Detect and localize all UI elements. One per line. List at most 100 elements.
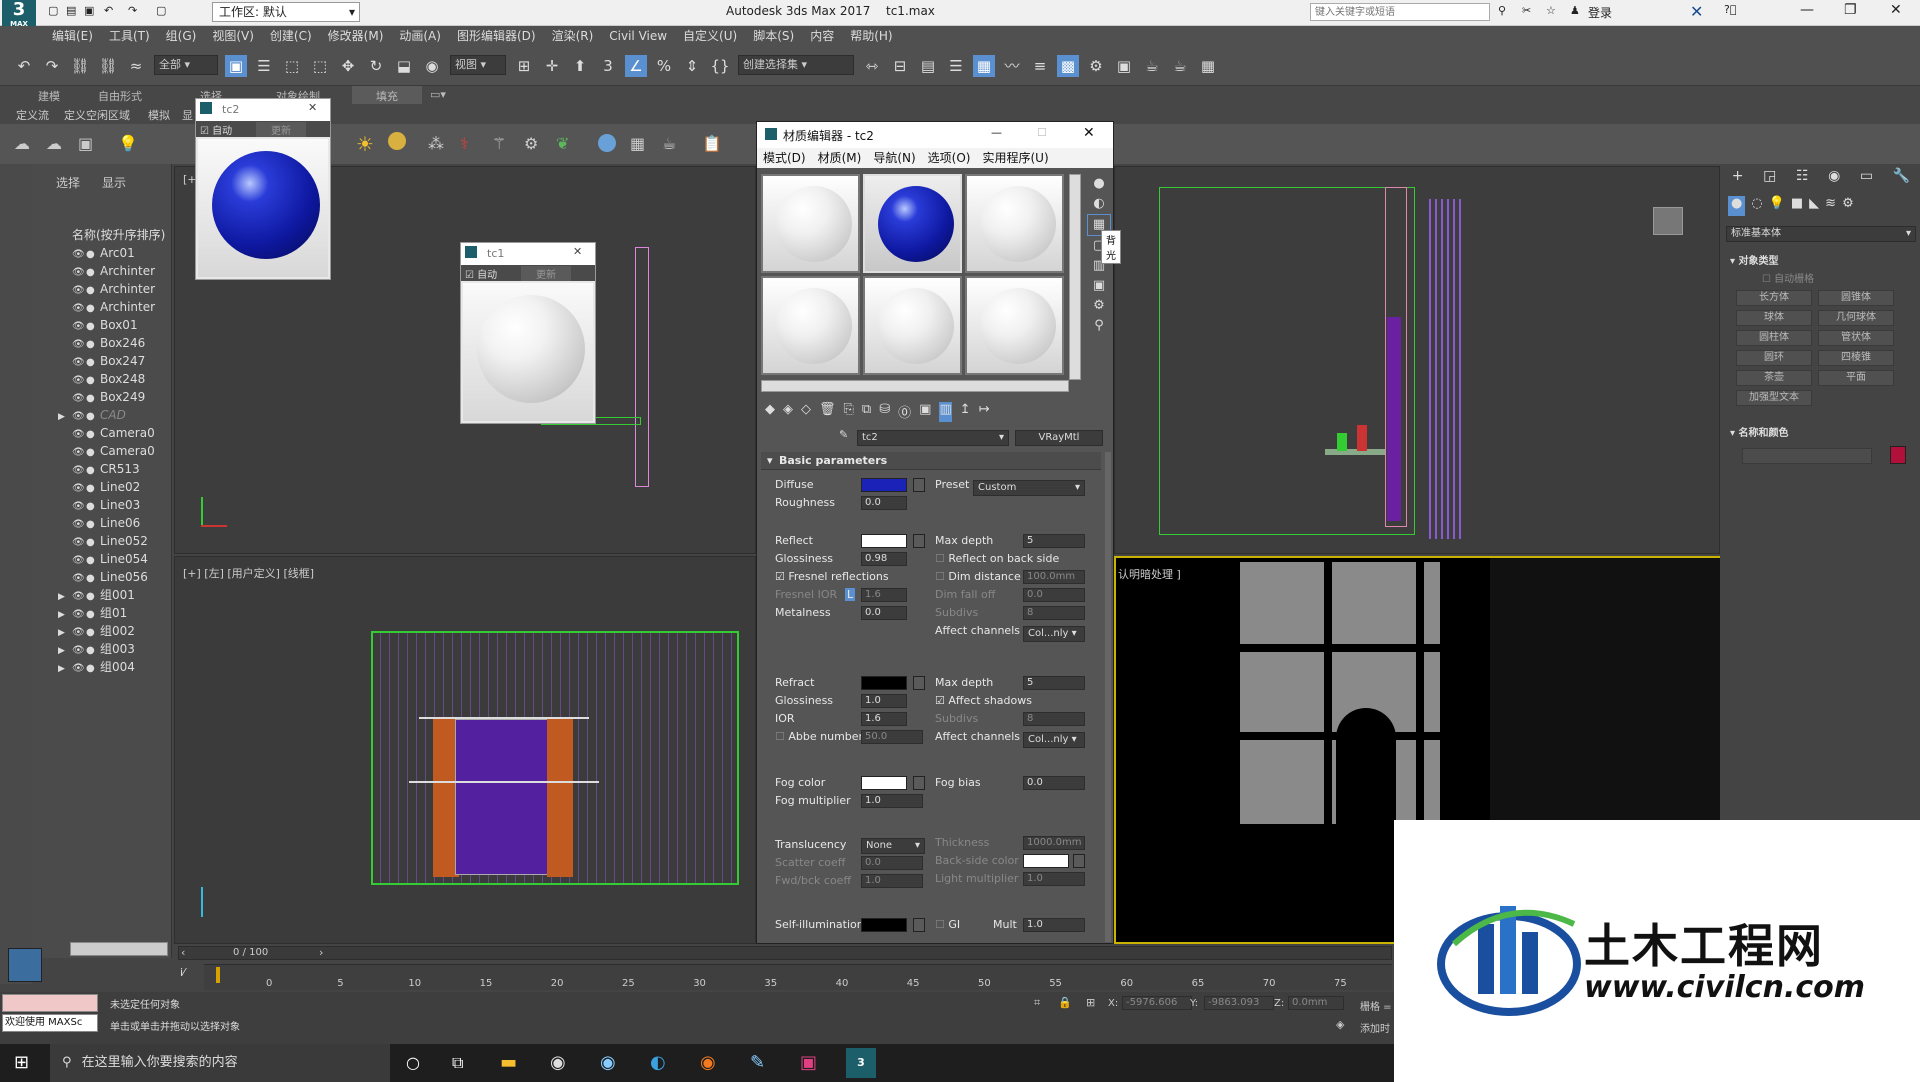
explorer-item[interactable]: 👁● Box01 [58, 316, 170, 334]
explorer-item[interactable]: ▶ 👁● 组004 [58, 658, 170, 676]
abbe-checkbox[interactable]: ☐ Abbe number [775, 730, 863, 743]
explorer-item[interactable]: 👁● Line052 [58, 532, 170, 550]
self-illum-map-button[interactable] [913, 918, 925, 932]
diffuse-swatch[interactable] [861, 478, 907, 492]
restore-button[interactable]: ❐ [1844, 2, 1857, 18]
affect-shadows-checkbox[interactable]: ☑ Affect shadows [935, 694, 1032, 707]
material-name-field[interactable]: tc2 ▾ [857, 430, 1009, 446]
refr-max-depth-spinner[interactable]: 5 [1023, 676, 1085, 690]
object-color-swatch[interactable] [1890, 446, 1906, 464]
next-frame-icon[interactable]: › [319, 946, 323, 959]
explorer-item[interactable]: 👁● Box247 [58, 352, 170, 370]
firefox-icon[interactable]: ◉ [700, 1052, 716, 1073]
abs-mode-icon[interactable]: ⊞ [1086, 996, 1095, 1009]
thickness-spinner[interactable]: 1000.0mm [1023, 836, 1085, 850]
place-icon[interactable]: ◉ [421, 55, 443, 77]
cone-button[interactable]: 圆锥体 [1818, 290, 1894, 306]
menu-item[interactable]: 渲染(R) [544, 26, 602, 46]
sun-icon[interactable]: ☀ [356, 132, 374, 156]
task-view-icon[interactable]: ⧉ [452, 1053, 463, 1073]
ribbon-options-icon[interactable]: ▭▾ [430, 88, 446, 101]
gi-checkbox[interactable]: ☐ GI [935, 918, 960, 931]
material-type-button[interactable]: VRayMtl [1015, 430, 1103, 446]
track-bar-icon[interactable]: i⁄ [180, 966, 185, 979]
flow-icon[interactable]: ☁ [14, 134, 30, 153]
menu-item[interactable]: Civil View [601, 26, 675, 46]
explorer-item[interactable]: 👁● Archinter [58, 298, 170, 316]
explorer-item[interactable]: 👁● Camera0 [58, 442, 170, 460]
unique-icon[interactable]: ⧉ [862, 402, 871, 422]
explorer-item[interactable]: 👁● CR513 [58, 460, 170, 478]
sample-slot[interactable] [863, 276, 962, 375]
app-icon[interactable]: ◉ [600, 1052, 616, 1073]
z-coord-field[interactable]: 0.0mm [1288, 996, 1344, 1010]
select-manipulate-icon[interactable]: ✛ [541, 55, 563, 77]
palette-icon[interactable]: ▦ [630, 134, 645, 153]
layer-explorer-icon[interactable]: ▤ [917, 55, 939, 77]
angle-snap-icon[interactable]: ∠ [625, 55, 647, 77]
named-selection-dropdown[interactable]: 创建选择集 ▾ [738, 55, 854, 75]
rendered-frame-icon[interactable]: ▣ [1113, 55, 1135, 77]
lock-icon[interactable]: L [845, 588, 856, 601]
maximize-button[interactable]: ☐ [1037, 126, 1047, 139]
explorer-item[interactable]: 👁● Line02 [58, 478, 170, 496]
sphere-button[interactable]: 球体 [1736, 310, 1812, 326]
pivot-icon[interactable]: ⊞ [513, 55, 535, 77]
self-illum-swatch[interactable] [861, 918, 907, 932]
window-crossing-icon[interactable]: ⬚ [309, 55, 331, 77]
mated-menu-item[interactable]: 选项(O) [922, 148, 977, 168]
close-button[interactable]: ✕ [1083, 125, 1095, 141]
redo-qa-icon[interactable]: ↷ [128, 4, 137, 17]
move-icon[interactable]: ✥ [337, 55, 359, 77]
mated-menu-item[interactable]: 模式(D) [757, 148, 812, 168]
explorer-item[interactable]: ▶ 👁● 组002 [58, 622, 170, 640]
preset-dropdown[interactable]: Custom ▾ [973, 480, 1085, 496]
help-icon[interactable]: ?⃝ [1724, 3, 1736, 16]
rollout-header[interactable]: ▾ Basic parameters [761, 452, 1101, 470]
x-coord-field[interactable]: -5976.606 [1122, 996, 1192, 1010]
tube-button[interactable]: 管状体 [1818, 330, 1894, 346]
menu-item[interactable]: 图形编辑器(D) [449, 26, 544, 46]
geometry-icon[interactable]: ● [1728, 196, 1746, 216]
dim-distance-spinner[interactable]: 100.0mm [1023, 570, 1085, 584]
text-plus-button[interactable]: 加强型文本 [1736, 390, 1812, 406]
render-setup-icon[interactable]: ⚙ [1085, 55, 1107, 77]
options-icon[interactable]: ⚙ [1087, 296, 1111, 316]
abbe-spinner[interactable]: 50.0 [861, 730, 923, 744]
viewport-label[interactable]: 认明暗处理 ] [1118, 566, 1181, 582]
minimize-button[interactable]: — [1800, 2, 1814, 18]
ref-coord-dropdown[interactable]: 视图 ▾ [450, 55, 506, 75]
reflect-swatch[interactable] [861, 534, 907, 548]
auto-checkbox[interactable]: ☑ 自动 [465, 266, 497, 281]
tc1-preview-window[interactable]: tc1 ✕ ☑ 自动 更新 [460, 242, 596, 424]
refr-affect-channels-dropdown[interactable]: Col...nly ▾ [1023, 732, 1085, 748]
sample-slot[interactable] [761, 174, 860, 273]
time-slider[interactable]: ‹ 0 / 100 › [178, 946, 1392, 960]
workspace-dropdown[interactable]: 工作区: 默认 ▾ [212, 2, 360, 22]
simulate-icon[interactable]: ▣ [78, 134, 93, 153]
schematic-view-icon[interactable]: 〰 [1001, 55, 1023, 77]
affect-channels-dropdown[interactable]: Col...nly ▾ [1023, 626, 1085, 642]
metalness-spinner[interactable]: 0.0 [861, 606, 907, 620]
systems-icon[interactable]: ⚙ [1842, 196, 1854, 216]
ribbon-sub-item[interactable]: 定义空闲区域 [64, 107, 130, 123]
menu-item[interactable]: 自定义(U) [675, 26, 745, 46]
app-icon[interactable]: ◉ [550, 1052, 566, 1073]
show-end-icon[interactable]: ▥ [939, 402, 952, 422]
fog-map-button[interactable] [913, 776, 925, 790]
render-icon[interactable]: ☕ [1141, 55, 1163, 77]
explorer-tab-select[interactable]: 选择 [56, 174, 80, 191]
unlink-icon[interactable]: ⛓ [97, 55, 119, 77]
refract-swatch[interactable] [861, 676, 907, 690]
refr-subdivs-spinner[interactable]: 8 [1023, 712, 1085, 726]
explorer-item[interactable]: 👁● Box248 [58, 370, 170, 388]
explorer-item[interactable]: 👁● Box246 [58, 334, 170, 352]
cortana-icon[interactable]: ○ [406, 1053, 420, 1072]
viewport-top-right[interactable] [1114, 166, 1720, 554]
login-link[interactable]: 登录 [1588, 4, 1612, 21]
menu-item[interactable]: 帮助(H) [842, 26, 900, 46]
light-mult-spinner[interactable]: 1.0 [1023, 872, 1085, 886]
snap-3d-icon[interactable]: 3 [597, 55, 619, 77]
create-tab-icon[interactable]: + [1732, 168, 1744, 188]
explorer-item[interactable]: 👁● Archinter [58, 280, 170, 298]
